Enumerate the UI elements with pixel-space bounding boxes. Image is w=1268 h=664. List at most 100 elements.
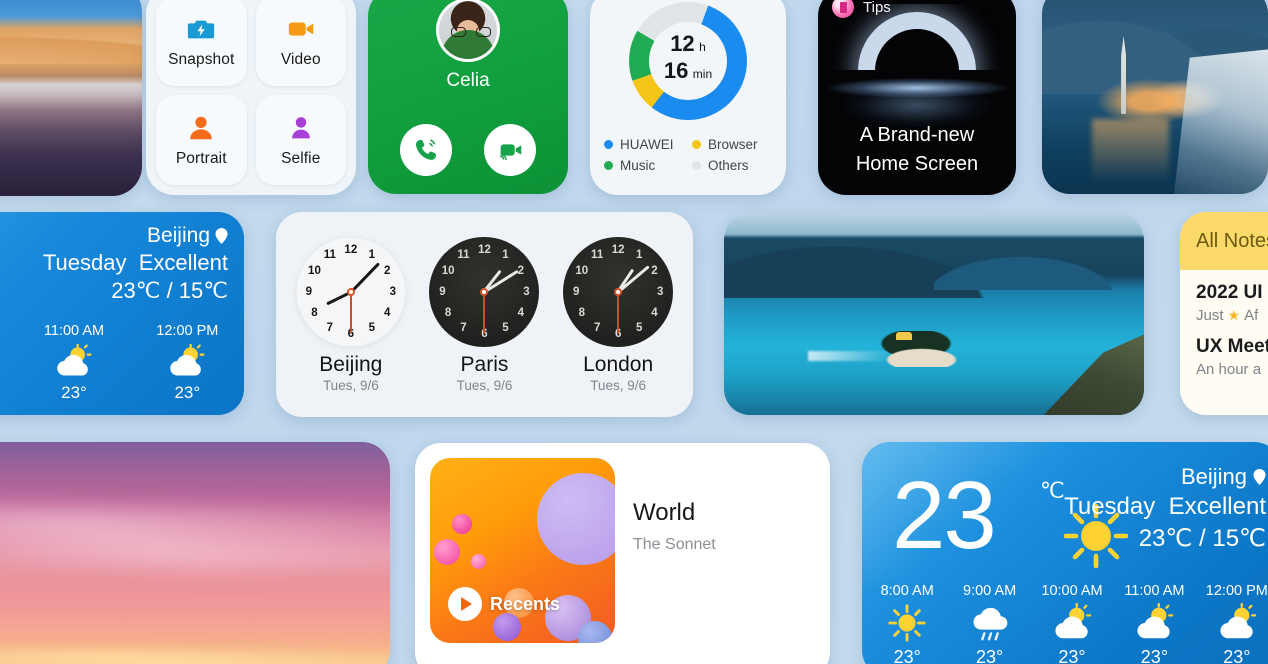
- forecast-temp: 23°: [1140, 647, 1169, 664]
- forecast-temp: 23°: [1058, 647, 1086, 664]
- clock-numeral: 5: [635, 321, 643, 334]
- hourly-forecast-item: 8:00 AM 23°: [866, 583, 948, 664]
- clock-date-label: Tues, 9/6: [322, 377, 379, 393]
- clock-numeral: 2: [651, 264, 658, 277]
- camera-shortcut-portrait[interactable]: Portrait: [156, 95, 247, 185]
- recents-label: Recents: [490, 593, 561, 614]
- screen-time-minutes-unit: min: [692, 67, 713, 81]
- partly-cloudy-icon: [1113, 602, 1195, 644]
- note-list-item[interactable]: 2022 UI Just ★ Af: [1180, 270, 1268, 324]
- second-hand: [349, 291, 352, 334]
- clock-numeral: 4: [651, 306, 658, 319]
- notes-widget[interactable]: All Notes 2022 UI Just ★ Af UX Meet An h…: [1180, 212, 1268, 415]
- forecast-time: 12:00 PM: [1205, 583, 1268, 599]
- contact-celia-widget[interactable]: Celia: [368, 0, 568, 194]
- clock-numeral: 9: [305, 285, 313, 298]
- weather-widget-large[interactable]: 23 ℃ Beijing Tuesday Excellent 23℃ / 15℃…: [862, 442, 1268, 664]
- legend-label: Browser: [708, 137, 758, 152]
- camera-shortcut-video[interactable]: Video: [255, 0, 346, 86]
- sunny-icon: [866, 602, 948, 644]
- album-art[interactable]: Recents: [430, 458, 615, 643]
- note-list-item[interactable]: UX Meet An hour a: [1180, 324, 1268, 378]
- clock-numeral: 1: [502, 249, 509, 262]
- clock-numeral: 10: [575, 264, 589, 277]
- glasses-icon: [451, 27, 491, 37]
- minute-hand: [349, 261, 380, 293]
- clock-numeral: 5: [502, 321, 509, 334]
- photo-widget-village[interactable]: [1042, 0, 1268, 194]
- clock-numeral: 4: [383, 306, 391, 319]
- forecast-time: 10:00 AM: [0, 323, 17, 339]
- clock-numeral: 2: [517, 264, 525, 277]
- tips-artwork: [818, 4, 1016, 132]
- photo-widget-lake[interactable]: [724, 214, 1144, 415]
- camera-shortcut-label: Selfie: [281, 149, 321, 167]
- clock-numeral: 3: [656, 285, 664, 298]
- tips-app-icon: [832, 0, 854, 18]
- camera-shortcut-label: Video: [280, 50, 321, 68]
- location-pin-icon: [215, 228, 228, 244]
- weather-large-air-quality: Excellent: [1168, 493, 1266, 520]
- weather-small-day: Tuesday: [42, 250, 127, 275]
- play-icon[interactable]: [448, 587, 482, 621]
- legend-item: Music: [604, 158, 688, 173]
- camera-shortcut-label: Snapshot: [168, 50, 235, 68]
- world-clock-widget[interactable]: 121234567891011BeijingTues, 9/6121234567…: [276, 212, 693, 417]
- tips-headline: A Brand-new Home Screen: [818, 121, 1016, 179]
- legend-label: Others: [708, 158, 749, 173]
- weather-large-day: Tuesday: [1064, 493, 1156, 520]
- clock-numeral: 1: [368, 249, 376, 262]
- clock-numeral: 8: [311, 306, 318, 319]
- clock-numeral: 10: [308, 264, 321, 277]
- clock-numeral: 12: [611, 243, 625, 256]
- legend-swatch: [604, 161, 613, 170]
- clock-numeral: 11: [591, 249, 604, 262]
- camera-shortcuts-widget[interactable]: Snapshot Video Portrait Selfie: [146, 0, 356, 195]
- clock-numeral: 1: [635, 249, 643, 262]
- clock-numeral: 9: [439, 285, 446, 298]
- screen-time-hours: 12: [670, 31, 695, 56]
- video-camera-icon: [288, 21, 313, 36]
- screen-time-legend: HUAWEI Browser Music Others: [604, 137, 776, 173]
- tips-widget[interactable]: Tips A Brand-new Home Screen: [818, 0, 1016, 195]
- second-hand: [617, 291, 620, 334]
- hourly-forecast-item: 9:00 AM 23°: [948, 583, 1030, 664]
- weather-widget-small[interactable]: Beijing Tuesday Excellent 23℃ / 15℃ 10:0…: [0, 212, 244, 415]
- track-title: World: [633, 499, 696, 526]
- clock-numeral: 4: [517, 306, 525, 319]
- forecast-temp: 23°: [174, 383, 201, 402]
- forecast-time: 10:00 AM: [1041, 583, 1103, 599]
- lake-photo: [724, 214, 1144, 415]
- clock-paris[interactable]: 121234567891011ParisTues, 9/6: [424, 236, 544, 393]
- music-player-widget[interactable]: Recents World The Sonnet: [415, 443, 830, 664]
- clock-city-label: London: [583, 352, 654, 376]
- call-button[interactable]: [400, 124, 452, 176]
- screen-time-minutes: 16: [663, 58, 689, 83]
- screen-time-hours-unit: h: [699, 40, 706, 54]
- forecast-temp: 23°: [893, 647, 921, 664]
- screen-time-widget[interactable]: 12 h 16 min HUAWEI Browser Music Others: [590, 0, 786, 195]
- clock-date-label: Tues, 9/6: [456, 377, 513, 393]
- photo-widget-sunset[interactable]: [0, 442, 390, 664]
- forecast-time: 11:00 AM: [43, 323, 105, 339]
- partly-cloudy-icon: [1196, 602, 1268, 644]
- gallery-memories-widget[interactable]: Your ries: [0, 0, 142, 196]
- weather-large-hourly-forecast: 8:00 AM 23° 9:00 AM 23° 10:00 AM 23° 11:00 AM 2…: [866, 583, 1268, 664]
- legend-swatch: [604, 140, 613, 149]
- legend-item: Others: [692, 158, 776, 173]
- clock-numeral: 2: [383, 264, 391, 277]
- clock-numeral: 7: [326, 321, 334, 334]
- clock-london[interactable]: 121234567891011LondonTues, 9/6: [558, 236, 678, 393]
- note-meta: An hour a: [1196, 361, 1268, 378]
- notes-header: All Notes: [1180, 212, 1268, 270]
- clock-beijing[interactable]: 121234567891011BeijingTues, 9/6: [291, 236, 411, 393]
- video-call-button[interactable]: [484, 124, 536, 176]
- clock-date-label: Tues, 9/6: [590, 377, 647, 393]
- camera-shortcut-selfie[interactable]: Selfie: [255, 95, 346, 185]
- note-title: UX Meet: [1196, 336, 1268, 357]
- tips-app-name: Tips: [863, 0, 891, 16]
- legend-label: HUAWEI: [620, 137, 674, 152]
- clock-pivot: [346, 287, 355, 296]
- camera-shortcut-snapshot[interactable]: Snapshot: [156, 0, 247, 86]
- phone-call-icon: [415, 139, 437, 160]
